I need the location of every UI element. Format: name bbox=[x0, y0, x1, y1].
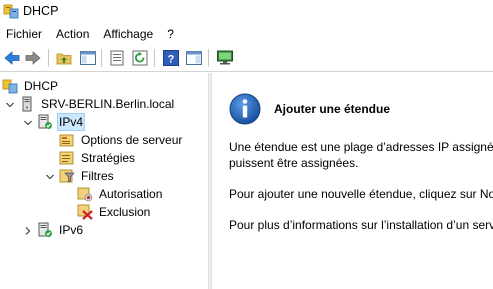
toolbar-separator bbox=[154, 49, 155, 67]
tree-item-server[interactable]: SRV-BERLIN.Berlin.local bbox=[19, 95, 176, 113]
tree-label: Options de serveur bbox=[81, 133, 183, 147]
help-icon[interactable]: ? bbox=[162, 49, 180, 67]
dhcp-app-icon bbox=[3, 4, 19, 19]
window-title: DHCP bbox=[23, 4, 59, 18]
toolbar-separator bbox=[208, 49, 209, 67]
export-list-icon[interactable] bbox=[108, 49, 126, 67]
chevron-down-icon[interactable] bbox=[23, 118, 33, 128]
content-heading: Ajouter une étendue bbox=[274, 102, 391, 116]
tree-label: Stratégies bbox=[81, 151, 136, 165]
tree-label: Exclusion bbox=[99, 205, 151, 219]
tree-item-allow[interactable]: Autorisation bbox=[77, 185, 164, 203]
add-scope-instruction: Pour ajouter une nouvelle étendue, cliqu… bbox=[229, 187, 493, 201]
menu-bar: Fichier Action Affichage ? bbox=[0, 24, 493, 44]
description-line-1: Une étendue est une plage d’adresses IP … bbox=[229, 140, 493, 154]
details-pane: Ajouter une étendue Une étendue est une … bbox=[212, 73, 493, 289]
tree-item-ipv6[interactable]: IPv6 bbox=[37, 221, 85, 239]
title-bar: DHCP bbox=[0, 0, 493, 24]
toolbar-separator bbox=[101, 49, 102, 67]
refresh-icon[interactable] bbox=[131, 49, 149, 67]
toolbar-separator bbox=[48, 49, 49, 67]
info-icon bbox=[229, 93, 261, 125]
menu-fichier[interactable]: Fichier bbox=[0, 24, 49, 44]
tree-item-policies[interactable]: Stratégies bbox=[59, 149, 137, 167]
menu-action[interactable]: Action bbox=[49, 24, 96, 44]
description-line-2: puissent être assignées. bbox=[229, 156, 359, 170]
up-folder-icon[interactable] bbox=[55, 49, 73, 67]
more-info-text: Pour plus d’informations sur l’installat… bbox=[229, 218, 493, 232]
allow-filter-icon bbox=[77, 187, 93, 202]
menu-affichage[interactable]: Affichage bbox=[96, 24, 160, 44]
chevron-down-icon[interactable] bbox=[45, 172, 55, 182]
tree-label: Autorisation bbox=[99, 187, 163, 201]
forward-icon[interactable] bbox=[24, 49, 42, 67]
tree-label: DHCP bbox=[24, 79, 59, 93]
svg-text:?: ? bbox=[168, 54, 175, 66]
tree-label: Filtres bbox=[81, 169, 114, 183]
server-options-icon bbox=[59, 134, 74, 147]
chevron-right-icon[interactable] bbox=[23, 226, 33, 236]
policies-icon bbox=[59, 151, 74, 165]
chevron-down-icon[interactable] bbox=[5, 100, 15, 110]
tree-label: IPv4 bbox=[57, 113, 86, 131]
server-icon bbox=[22, 96, 32, 112]
console-tree: DHCP SRV-BERLIN.Berlin.local IPv4 Option… bbox=[0, 73, 208, 289]
tree-item-dhcp[interactable]: DHCP bbox=[2, 77, 60, 95]
monitor-icon[interactable] bbox=[216, 49, 234, 67]
menu-help[interactable]: ? bbox=[160, 24, 181, 44]
ipv6-icon bbox=[38, 222, 52, 237]
tree-label: SRV-BERLIN.Berlin.local bbox=[41, 97, 175, 111]
toolbar: ? bbox=[0, 44, 493, 72]
dhcp-icon bbox=[2, 79, 18, 94]
tree-item-filters[interactable]: Filtres bbox=[59, 167, 116, 185]
tree-item-ipv4[interactable]: IPv4 bbox=[37, 113, 86, 131]
deny-filter-icon bbox=[77, 204, 93, 220]
show-hide-tree-icon[interactable] bbox=[79, 49, 97, 67]
tree-label: IPv6 bbox=[59, 223, 84, 237]
ipv4-icon bbox=[38, 114, 52, 129]
tree-item-server-options[interactable]: Options de serveur bbox=[59, 131, 184, 149]
filters-icon bbox=[59, 169, 75, 183]
back-icon[interactable] bbox=[3, 49, 21, 67]
action-pane-icon[interactable] bbox=[185, 49, 203, 67]
tree-item-deny[interactable]: Exclusion bbox=[77, 203, 152, 221]
